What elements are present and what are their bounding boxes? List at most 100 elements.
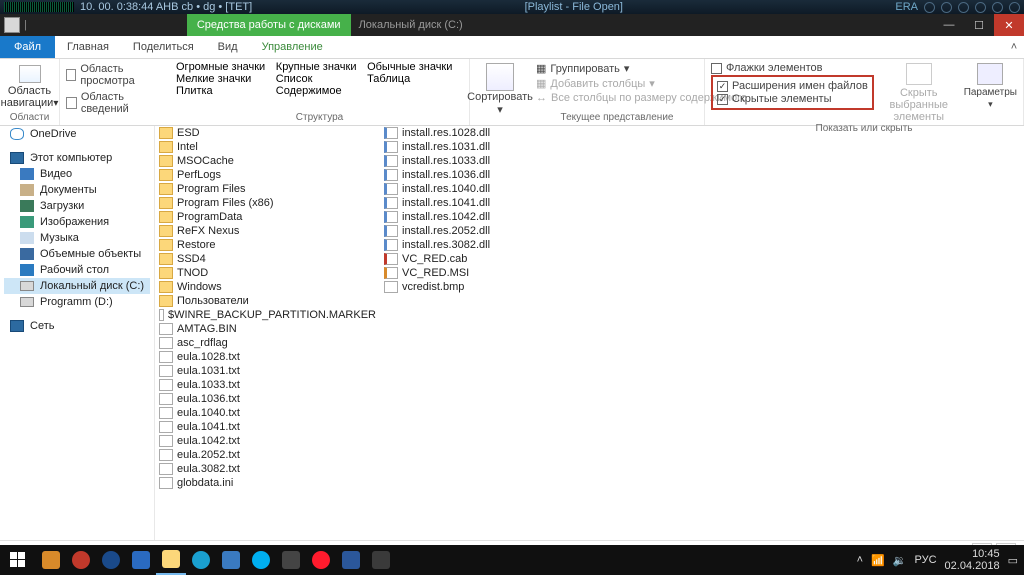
layout-large[interactable]: Крупные значки xyxy=(276,61,367,73)
file-item[interactable]: eula.1036.txt xyxy=(157,392,378,406)
sidebar-thispc[interactable]: Этот компьютер xyxy=(4,150,150,166)
item-checkboxes-toggle[interactable]: Флажки элементов xyxy=(711,62,874,74)
player-stop-icon[interactable] xyxy=(975,2,986,13)
file-item[interactable]: globdata.ini xyxy=(157,476,378,490)
file-item[interactable]: $WINRE_BACKUP_PARTITION.MARKER xyxy=(157,308,378,322)
sidebar-network[interactable]: Сеть xyxy=(4,318,150,334)
minimize-button[interactable]: — xyxy=(934,14,964,36)
file-item[interactable]: VC_RED.MSI xyxy=(382,266,603,280)
file-item[interactable]: install.res.1036.dll xyxy=(382,168,603,182)
taskbar-app-2[interactable] xyxy=(66,545,96,575)
taskbar-app-4[interactable] xyxy=(126,545,156,575)
file-item[interactable]: install.res.1028.dll xyxy=(382,126,603,140)
sidebar-item[interactable]: Документы xyxy=(4,182,150,198)
tray-network-icon[interactable]: 📶 xyxy=(871,554,885,567)
tab-manage[interactable]: Управление xyxy=(250,36,335,58)
taskbar-app-6[interactable] xyxy=(216,545,246,575)
file-item[interactable]: install.res.1040.dll xyxy=(382,182,603,196)
file-item[interactable]: eula.1041.txt xyxy=(157,420,378,434)
file-item[interactable]: eula.1033.txt xyxy=(157,378,378,392)
preview-pane-toggle[interactable]: Область просмотра xyxy=(66,63,164,87)
sidebar-item[interactable]: Музыка xyxy=(4,230,150,246)
file-item[interactable]: Restore xyxy=(157,238,378,252)
layout-huge[interactable]: Огромные значки xyxy=(176,61,276,73)
file-item[interactable]: AMTAG.BIN xyxy=(157,322,378,336)
tray-up-icon[interactable]: ˄ xyxy=(857,554,863,566)
file-item[interactable]: eula.1031.txt xyxy=(157,364,378,378)
sort-button[interactable]: Сортировать▾ xyxy=(476,61,524,116)
player-play-icon[interactable] xyxy=(941,2,952,13)
nav-pane-icon[interactable] xyxy=(19,65,41,83)
layout-list[interactable]: Список xyxy=(276,73,367,85)
tray-notifications-icon[interactable]: ▭ xyxy=(1008,554,1018,567)
layout-content[interactable]: Содержимое xyxy=(276,85,367,97)
file-item[interactable]: eula.1040.txt xyxy=(157,406,378,420)
taskbar-explorer[interactable] xyxy=(156,545,186,575)
tab-view[interactable]: Вид xyxy=(206,36,250,58)
file-item[interactable]: install.res.1033.dll xyxy=(382,154,603,168)
layout-table[interactable]: Таблица xyxy=(367,73,463,85)
file-item[interactable]: ESD xyxy=(157,126,378,140)
tray-clock[interactable]: 10:4502.04.2018 xyxy=(945,548,1000,572)
player-prev-icon[interactable] xyxy=(924,2,935,13)
file-item[interactable]: install.res.3082.dll xyxy=(382,238,603,252)
start-button[interactable] xyxy=(0,545,36,575)
tab-home[interactable]: Главная xyxy=(55,36,121,58)
close-button[interactable]: ✕ xyxy=(994,14,1024,36)
file-item[interactable]: vcredist.bmp xyxy=(382,280,603,294)
sidebar-item[interactable]: Видео xyxy=(4,166,150,182)
file-item[interactable]: VC_RED.cab xyxy=(382,252,603,266)
sidebar-item[interactable]: Programm (D:) xyxy=(4,294,150,310)
file-item[interactable]: eula.1028.txt xyxy=(157,350,378,364)
player-open-icon[interactable] xyxy=(1009,2,1020,13)
file-item[interactable]: SSD4 xyxy=(157,252,378,266)
file-item[interactable]: Program Files xyxy=(157,182,378,196)
sidebar-item[interactable]: Локальный диск (C:) xyxy=(4,278,150,294)
options-button[interactable]: Параметры▾ xyxy=(964,61,1017,123)
file-item[interactable]: Program Files (x86) xyxy=(157,196,378,210)
file-item[interactable]: asc_rdflag xyxy=(157,336,378,350)
details-pane-toggle[interactable]: Область сведений xyxy=(66,91,164,115)
taskbar-opera[interactable] xyxy=(306,545,336,575)
taskbar-app-5[interactable] xyxy=(186,545,216,575)
player-pause-icon[interactable] xyxy=(958,2,969,13)
taskbar-app-9[interactable] xyxy=(366,545,396,575)
sidebar-item[interactable]: Загрузки xyxy=(4,198,150,214)
group-by-button[interactable]: ▦ Группировать ▾ xyxy=(536,62,698,75)
file-item[interactable]: install.res.1031.dll xyxy=(382,140,603,154)
sidebar-onedrive[interactable]: OneDrive xyxy=(4,126,150,142)
sidebar-item[interactable]: Объемные объекты xyxy=(4,246,150,262)
navigation-pane[interactable]: OneDrive Этот компьютер ВидеоДокументыЗа… xyxy=(0,126,155,540)
file-item[interactable]: eula.1042.txt xyxy=(157,434,378,448)
file-item[interactable]: ReFX Nexus xyxy=(157,224,378,238)
file-item[interactable]: Windows xyxy=(157,280,378,294)
taskbar-app-1[interactable] xyxy=(36,545,66,575)
layout-small[interactable]: Мелкие значки xyxy=(176,73,276,85)
file-item[interactable]: Пользователи xyxy=(157,294,378,308)
ribbon-collapse-icon[interactable]: ˄ xyxy=(1004,36,1024,58)
file-item[interactable]: MSOCache xyxy=(157,154,378,168)
file-item[interactable]: install.res.1041.dll xyxy=(382,196,603,210)
file-item[interactable]: ProgramData xyxy=(157,210,378,224)
file-item[interactable]: install.res.1042.dll xyxy=(382,210,603,224)
file-item[interactable]: eula.3082.txt xyxy=(157,462,378,476)
taskbar-word[interactable] xyxy=(336,545,366,575)
file-item[interactable]: install.res.2052.dll xyxy=(382,224,603,238)
taskbar-app-7[interactable] xyxy=(246,545,276,575)
file-item[interactable]: PerfLogs xyxy=(157,168,378,182)
file-item[interactable]: TNOD xyxy=(157,266,378,280)
taskbar-app-8[interactable] xyxy=(276,545,306,575)
tab-share[interactable]: Поделиться xyxy=(121,36,206,58)
sidebar-item[interactable]: Изображения xyxy=(4,214,150,230)
file-extensions-toggle[interactable]: ✓Расширения имен файлов xyxy=(717,80,868,92)
hidden-items-toggle[interactable]: ✓Скрытые элементы xyxy=(717,93,868,105)
file-item[interactable]: eula.2052.txt xyxy=(157,448,378,462)
tray-volume-icon[interactable]: 🔉 xyxy=(893,554,907,567)
maximize-button[interactable]: ☐ xyxy=(964,14,994,36)
player-next-icon[interactable] xyxy=(992,2,1003,13)
layout-medium[interactable]: Обычные значки xyxy=(367,61,463,73)
file-list[interactable]: ESDIntelMSOCachePerfLogsProgram FilesPro… xyxy=(155,126,1024,540)
system-tray[interactable]: ˄ 📶 🔉 РУС 10:4502.04.2018 ▭ xyxy=(857,548,1024,572)
tab-file[interactable]: Файл xyxy=(0,36,55,58)
tray-lang[interactable]: РУС xyxy=(915,554,937,566)
